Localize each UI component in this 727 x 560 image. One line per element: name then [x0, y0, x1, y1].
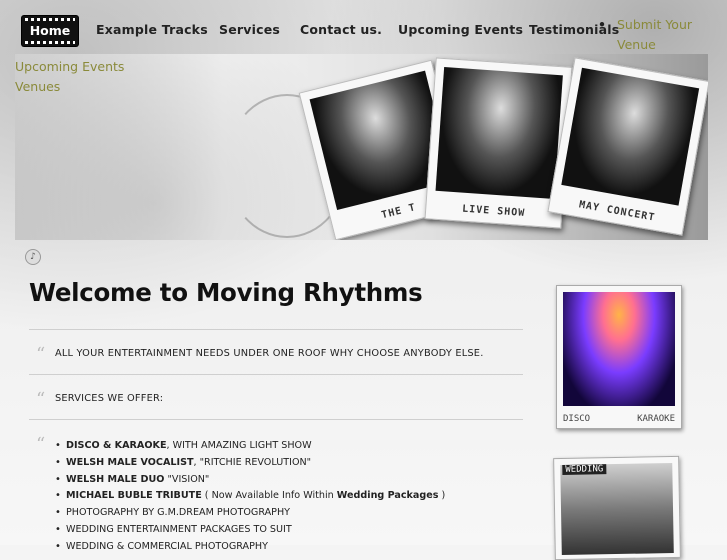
list-item: WELSH MALE VOCALIST, "RITCHIE REVOLUTION…: [55, 455, 445, 472]
banner-photo-2-caption: LIVE SHOW: [461, 203, 526, 220]
banner-photo-3: MAY CONCERT: [547, 57, 708, 236]
dropdown-submit-venue-line2[interactable]: Venue: [605, 35, 692, 55]
divider: [29, 374, 523, 375]
wedding-photo[interactable]: WEDDING: [553, 455, 681, 560]
bullet-icon: •: [598, 17, 606, 32]
page-title: Welcome to Moving Rhythms: [29, 278, 423, 307]
sub-link-upcoming-events[interactable]: Upcoming Events: [15, 57, 124, 77]
nav-example-tracks[interactable]: Example Tracks: [96, 22, 208, 37]
banner-photo-2-image: [435, 67, 563, 200]
services-heading: SERVICES WE OFFER:: [55, 393, 164, 404]
list-item: WEDDING ENTERTAINMENT PACKAGES TO SUIT: [55, 522, 445, 539]
sub-links: Upcoming Events Venues: [15, 57, 124, 97]
services-list: DISCO & KARAOKE, WITH AMAZING LIGHT SHOW…: [55, 438, 445, 556]
list-item: PHOTOGRAPHY BY G.M.DREAM PHOTOGRAPHY: [55, 505, 445, 522]
list-item: WELSH MALE DUO "VISION": [55, 472, 445, 489]
film-strip-bottom: [25, 41, 75, 44]
nav-home-label: Home: [29, 23, 71, 38]
film-strip-top: [25, 18, 75, 21]
sub-link-venues[interactable]: Venues: [15, 77, 124, 97]
intro-text: ALL YOUR ENTERTAINMENT NEEDS UNDER ONE R…: [55, 348, 484, 359]
wedding-photo-caption: WEDDING: [562, 464, 607, 475]
divider: [29, 419, 523, 420]
nav-contact[interactable]: Contact us.: [300, 22, 382, 37]
list-item: WEDDING & COMMERCIAL PHOTOGRAPHY: [55, 539, 445, 556]
wedding-photo-image: [560, 463, 674, 555]
music-note-icon: ♪: [25, 249, 41, 265]
nav-dropdown: • Submit Your Venue: [598, 15, 692, 55]
divider: [29, 329, 523, 330]
quote-icon: “: [36, 344, 46, 365]
disco-photo-caption: DISCO KARAOKE: [563, 414, 675, 424]
banner-photo-3-image: [561, 67, 700, 206]
nav-upcoming-events[interactable]: Upcoming Events: [398, 22, 523, 37]
disco-photo-image: [563, 292, 675, 406]
list-item: DISCO & KARAOKE, WITH AMAZING LIGHT SHOW: [55, 438, 445, 455]
wedding-packages-link[interactable]: Wedding Packages: [337, 490, 439, 501]
list-item: MICHAEL BUBLE TRIBUTE ( Now Available In…: [55, 488, 445, 505]
nav-services[interactable]: Services: [219, 22, 280, 37]
nav-home-button[interactable]: Home: [22, 16, 78, 46]
disco-karaoke-photo[interactable]: DISCO KARAOKE: [556, 285, 682, 429]
quote-icon: “: [36, 434, 46, 455]
quote-icon: “: [36, 389, 46, 410]
dropdown-submit-venue-line1[interactable]: Submit Your: [605, 15, 692, 35]
